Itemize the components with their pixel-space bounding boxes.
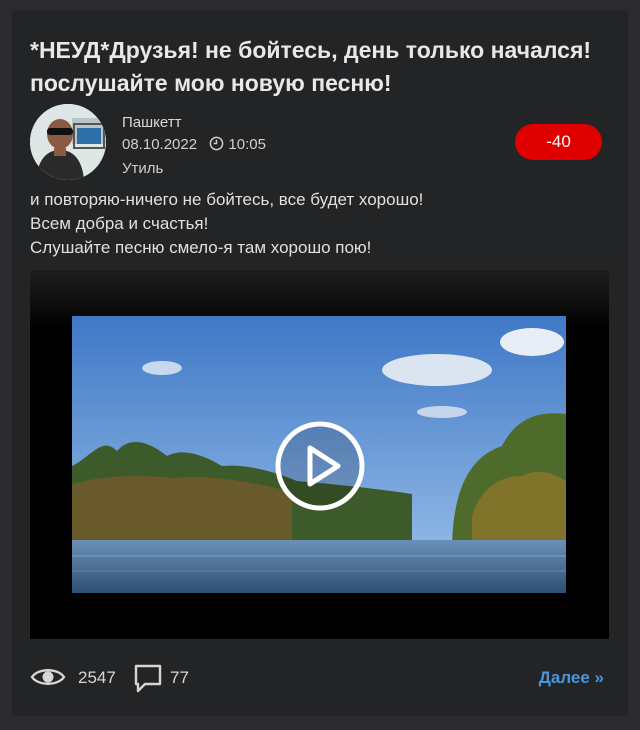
- post-datetime: 08.10.2022 10:05: [122, 134, 266, 158]
- rating-badge[interactable]: -40: [515, 124, 602, 160]
- post-date: 08.10.2022: [122, 136, 198, 153]
- body-line: Слушайте песню смело-я там хорошо пою!: [30, 238, 372, 257]
- post-footer: 2547 77 Далее »: [30, 662, 604, 696]
- comments-count[interactable]: 77: [170, 668, 189, 688]
- avatar[interactable]: [30, 104, 106, 180]
- body-line: Всем добра и счастья!: [30, 214, 209, 233]
- author-name[interactable]: Пашкетт: [122, 112, 266, 134]
- body-line: и повторяю-ничего не бойтесь, все будет …: [30, 190, 424, 209]
- post-title[interactable]: *НЕУД*Друзья! не бойтесь, день только на…: [30, 34, 620, 100]
- post-body: и повторяю-ничего не бойтесь, все будет …: [30, 188, 423, 260]
- views-count: 2547: [78, 668, 116, 687]
- comment-icon[interactable]: [133, 663, 163, 698]
- eye-icon: [30, 665, 66, 694]
- post-time: 10:05: [228, 136, 266, 153]
- avatar-image: [30, 104, 106, 180]
- read-more-link[interactable]: Далее »: [539, 668, 604, 688]
- play-icon[interactable]: [274, 420, 366, 512]
- video-player[interactable]: [30, 270, 609, 639]
- post-meta: Пашкетт 08.10.2022 10:05 Утиль: [122, 112, 266, 180]
- post-card: *НЕУД*Друзья! не бойтесь, день только на…: [12, 10, 628, 716]
- clock-icon: [209, 136, 224, 158]
- post-category[interactable]: Утиль: [122, 158, 266, 180]
